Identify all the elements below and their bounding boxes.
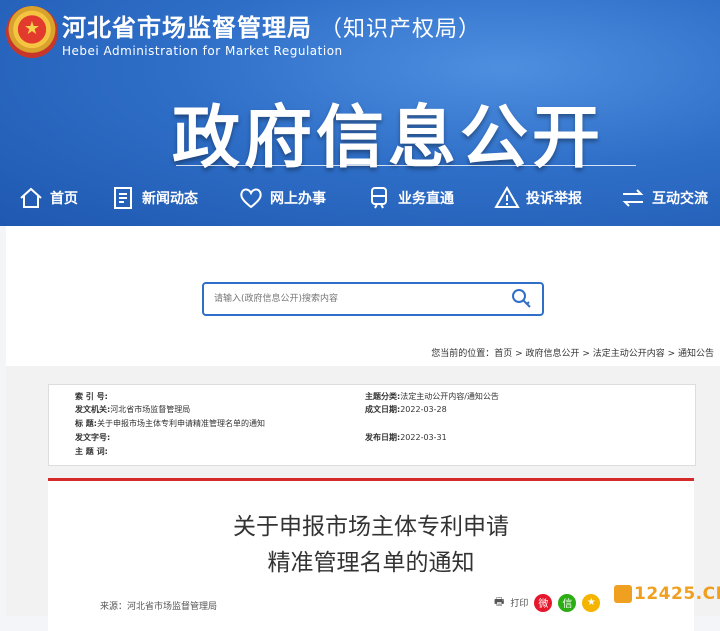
meta-index: 索 引 号: (75, 391, 108, 402)
nav-item-online-service[interactable]: 网上办事 (238, 180, 326, 216)
watermark-text: 12425.CN (634, 584, 720, 604)
breadcrumb[interactable]: 您当前的位置：首页 > 政府信息公开 > 法定主动公开内容 > 通知公告 (431, 346, 714, 359)
nav-item-news[interactable]: 新闻动态 (110, 180, 198, 216)
meta-created: 成文日期:2022-03-28 (365, 404, 447, 415)
nav-label: 网上办事 (270, 191, 326, 207)
meta-value: 关于申报市场主体专利申请精准管理名单的通知 (96, 419, 265, 428)
document-meta: 索 引 号: 发文机关:河北省市场监督管理局 标 题:关于申报市场主体专利申请精… (48, 384, 696, 466)
meta-topic: 主 题 词: (75, 446, 108, 457)
search-icon[interactable] (508, 286, 534, 312)
org-name-en: Hebei Administration for Market Regulati… (62, 44, 343, 58)
main-nav: 首页 新闻动态 网上办事 业务直通 投诉举报 互动交流 (0, 180, 720, 216)
hero-title: 政府信息公开 (172, 99, 605, 178)
star-icon[interactable]: ★ (582, 593, 601, 612)
wechat-icon[interactable]: 信 (558, 593, 577, 612)
meta-title: 标 题:关于申报市场主体专利申请精准管理名单的通知 (75, 418, 265, 429)
news-icon (114, 187, 132, 209)
page-body: 您当前的位置：首页 > 政府信息公开 > 法定主动公开内容 > 通知公告 索 引… (6, 226, 720, 631)
nav-item-business[interactable]: 业务直通 (366, 180, 454, 216)
home-icon (20, 187, 42, 208)
national-emblem-icon: ★ (6, 6, 58, 58)
meta-label: 成文日期: (365, 405, 401, 414)
meta-value: 法定主动公开内容/通知公告 (400, 392, 499, 401)
org-name-text: 河北省市场监督管理局 (62, 14, 312, 42)
nav-label: 互动交流 (652, 191, 708, 207)
article-source: 来源：河北省市场监督管理局 (100, 602, 218, 612)
nav-item-complaint[interactable]: 投诉举报 (494, 180, 582, 216)
hero-divider (176, 165, 636, 166)
meta-docno: 发文字号: (75, 432, 110, 443)
meta-label: 索 引 号: (75, 392, 108, 401)
weibo-icon[interactable]: 微 (534, 593, 553, 612)
org-suffix: （知识产权局） (320, 17, 482, 42)
nav-label: 首页 (50, 191, 78, 207)
meta-label: 标 题: (75, 419, 97, 428)
meta-category: 主题分类:法定主动公开内容/通知公告 (365, 391, 499, 402)
meta-label: 发文字号: (75, 433, 111, 442)
search-input[interactable] (212, 289, 496, 309)
nav-item-home[interactable]: 首页 (18, 180, 78, 216)
nav-item-interaction[interactable]: 互动交流 (620, 180, 708, 216)
article: 关于申报市场主体专利申请 精准管理名单的通知 来源：河北省市场监督管理局 🖶 打… (48, 478, 694, 631)
exchange-icon (622, 189, 644, 207)
nav-label: 投诉举报 (526, 191, 582, 207)
print-button[interactable]: 打印 (510, 596, 528, 609)
meta-value: 2022-03-31 (400, 433, 447, 442)
meta-value: 2022-03-28 (400, 405, 447, 414)
heart-icon (240, 188, 262, 209)
article-title-line: 精准管理名单的通知 (267, 550, 475, 576)
org-name-cn[interactable]: 河北省市场监督管理局 （知识产权局） (62, 8, 481, 43)
train-icon (371, 187, 387, 209)
meta-label: 主 题 词: (75, 447, 108, 456)
meta-published: 发布日期:2022-03-31 (365, 432, 447, 443)
nav-label: 新闻动态 (142, 191, 198, 207)
nav-label: 业务直通 (398, 191, 454, 207)
warning-icon (494, 186, 520, 208)
search-box (202, 282, 544, 316)
share-tools: 🖶 打印 微 信 ★ (494, 593, 601, 612)
print-icon[interactable]: 🖶 (494, 593, 504, 612)
watermark-logo-icon (614, 585, 632, 603)
meta-label: 主题分类: (365, 392, 401, 401)
article-title-line: 关于申报市场主体专利申请 (233, 514, 509, 540)
article-title: 关于申报市场主体专利申请 精准管理名单的通知 (48, 509, 694, 581)
meta-issuer: 发文机关:河北省市场监督管理局 (75, 404, 190, 415)
meta-label: 发文机关: (75, 405, 111, 414)
watermark: 12425.CN (614, 584, 720, 604)
meta-label: 发布日期: (365, 433, 401, 442)
meta-value: 河北省市场监督管理局 (110, 405, 191, 414)
site-header: ★ 河北省市场监督管理局 （知识产权局） Hebei Administration… (0, 0, 720, 226)
